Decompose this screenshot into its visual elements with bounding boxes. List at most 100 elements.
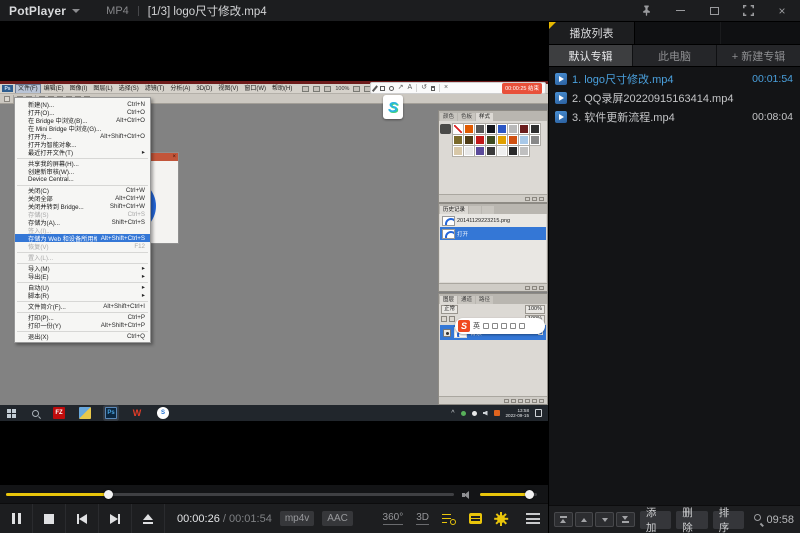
divider <box>138 6 139 16</box>
divider <box>439 84 440 92</box>
notification-center-icon <box>535 409 542 417</box>
current-time: 00:00:26 <box>177 513 220 525</box>
tray-expand-icon: ^ <box>451 410 454 417</box>
search-icon[interactable] <box>754 514 764 525</box>
ps-menu-item: 窗口(W) <box>242 85 268 93</box>
ime-toolbox-icon <box>510 323 516 329</box>
seek-progress <box>6 493 109 496</box>
style-swatch <box>519 124 529 134</box>
style-swatch <box>530 124 540 134</box>
video-codec-badge[interactable]: mp4v <box>280 511 314 526</box>
stop-button[interactable] <box>33 504 66 533</box>
ps-file-menu-item: 脚本(R) ▸ <box>15 291 150 299</box>
panel-tab: 图层 <box>440 296 457 304</box>
rectangle-icon <box>380 86 385 91</box>
tab-playlist[interactable]: 播放列表 <box>549 22 635 44</box>
style-swatch <box>519 135 529 145</box>
move-down-button[interactable] <box>595 512 614 527</box>
seek-handle[interactable] <box>104 490 113 499</box>
pin-icon[interactable] <box>640 5 652 17</box>
titlebar: PotPlayer MP4 [1/3] logo尺寸修改.mp4 × <box>0 0 800 22</box>
three-d-toggle[interactable]: 3D <box>416 512 429 525</box>
ps-menu-item: 文件(F) <box>16 85 40 93</box>
style-swatch <box>453 146 463 156</box>
volume-bar[interactable] <box>480 493 537 496</box>
style-swatch <box>453 124 463 134</box>
video-surface[interactable]: Ps 文件(F)编辑(E)图像(I)图层(L)选择(S)滤镜(T)分析(A)3D… <box>0 22 548 485</box>
album-tab[interactable]: + 新建专辑 <box>717 45 800 66</box>
panel-footer <box>439 396 547 404</box>
album-tab[interactable]: 默认专辑 <box>549 45 632 66</box>
audio-codec-badge[interactable]: AAC <box>322 511 353 526</box>
media-duration: 00:01:54 <box>752 73 793 85</box>
ps-guides-icon <box>324 86 331 92</box>
subtitle-icon[interactable] <box>469 513 482 524</box>
seek-bar[interactable] <box>6 493 454 496</box>
panel-corner-marker <box>549 22 556 29</box>
doc-close-icon: × <box>172 154 176 160</box>
app-logo-text[interactable]: PotPlayer <box>9 4 66 18</box>
ps-logo: Ps <box>2 85 13 92</box>
settings-gear-icon[interactable] <box>495 513 507 525</box>
move-up-button[interactable] <box>575 512 594 527</box>
playlist-item[interactable]: 1. logo尺寸修改.mp4 00:01:54 <box>549 69 800 88</box>
maximize-button[interactable] <box>708 5 720 17</box>
ps-zoom-level: 100% <box>335 86 349 92</box>
sort-button[interactable]: 排序 <box>713 511 744 529</box>
playlist-item[interactable]: 3. 软件更新流程.mp4 00:08:04 <box>549 107 800 126</box>
open-file-button[interactable] <box>132 504 165 533</box>
step-icon <box>442 229 455 239</box>
dropdown-caret-icon[interactable] <box>72 9 80 13</box>
style-swatch <box>486 135 496 145</box>
style-swatch <box>497 146 507 156</box>
menu-hamburger-icon[interactable] <box>526 513 540 524</box>
media-file-name: 3. 软件更新流程.mp4 <box>572 109 748 125</box>
album-tab[interactable]: 此电脑 <box>633 45 716 66</box>
ps-file-menu-item: Device Central... <box>15 175 150 183</box>
media-file-name: 2. QQ录屏20220915163414.mp4 <box>572 90 789 106</box>
ps-menu-item: 选择(S) <box>117 85 141 93</box>
panel-tab: 颜色 <box>440 113 457 121</box>
fullscreen-button[interactable] <box>742 5 754 17</box>
total-time: 00:01:54 <box>229 513 272 525</box>
previous-button[interactable] <box>66 504 99 533</box>
pen-icon <box>372 85 378 91</box>
playlist-items: 1. logo尺寸修改.mp4 00:01:54 2. QQ录屏20220915… <box>549 67 800 126</box>
tray-volume-icon <box>483 411 488 416</box>
pause-button[interactable] <box>0 504 33 533</box>
lock-icon <box>441 316 447 322</box>
move-top-button[interactable] <box>554 512 573 527</box>
playlist-item[interactable]: 2. QQ录屏20220915163414.mp4 <box>549 88 800 107</box>
style-swatch <box>508 124 518 134</box>
next-button[interactable] <box>99 504 132 533</box>
add-button[interactable]: 添加 <box>640 511 671 529</box>
panel-tab: 历史记录 <box>440 206 468 214</box>
volume-level <box>480 493 530 496</box>
close-button[interactable]: × <box>776 5 788 17</box>
history-step-label: 打开 <box>457 230 468 238</box>
style-swatch <box>475 146 485 156</box>
style-swatch <box>486 124 496 134</box>
volume-handle[interactable] <box>525 490 534 499</box>
taskbar-search-icon <box>32 410 39 417</box>
delete-button[interactable]: 删除 <box>676 511 707 529</box>
move-bottom-button[interactable] <box>616 512 635 527</box>
ps-menu-item: 帮助(H) <box>270 85 294 93</box>
window-title: [1/3] logo尺寸修改.mp4 <box>148 3 267 19</box>
style-swatch <box>453 135 463 145</box>
panel-tab: 色板 <box>458 113 475 121</box>
ps-file-menu-item: 退出(X) Ctrl+Q <box>15 332 150 340</box>
explorer-icon <box>79 407 91 419</box>
history-step-row: 打开 <box>440 227 546 240</box>
volume-icon[interactable] <box>462 491 471 499</box>
vr-360-toggle[interactable]: 360° <box>383 512 404 525</box>
history-panel-tabs: 历史记录 <box>439 204 547 214</box>
ps-tool-preset-icon <box>4 96 10 102</box>
wps-icon: W <box>131 407 143 419</box>
close-icon: × <box>444 84 448 92</box>
minimize-button[interactable] <box>674 5 686 17</box>
media-duration: 00:08:04 <box>752 111 793 123</box>
snapshot-thumbnail <box>442 216 455 226</box>
playlist-search-icon[interactable] <box>442 513 456 525</box>
seek-row <box>0 485 548 503</box>
